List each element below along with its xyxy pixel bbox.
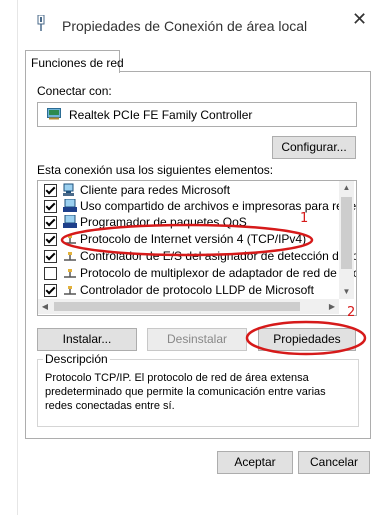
scroll-thumb[interactable] — [341, 197, 352, 269]
close-button[interactable]: ✕ — [352, 8, 367, 30]
title-bar[interactable]: Propiedades de Conexión de área local ✕ — [18, 0, 385, 44]
list-item[interactable]: Uso compartido de archivos e impresoras … — [38, 198, 356, 214]
list-item[interactable]: Controlador de E/S del asignador de dete… — [38, 248, 356, 264]
tab-network-functions[interactable]: Funciones de red — [25, 50, 124, 73]
horizontal-scrollbar[interactable]: ◀ ▶ — [38, 299, 339, 314]
item-label: Controlador de E/S del asignador de dete… — [80, 249, 357, 263]
tab-label: Funciones de red — [31, 56, 124, 70]
item-checkbox[interactable] — [44, 200, 57, 213]
scroll-left-icon[interactable]: ◀ — [38, 299, 52, 314]
item-checkbox[interactable] — [44, 216, 57, 229]
list-item[interactable]: Programador de paquetes QoS — [38, 214, 338, 230]
item-checkbox[interactable] — [44, 184, 57, 197]
protocol-icon — [64, 252, 76, 261]
scroll-up-icon[interactable]: ▲ — [339, 181, 354, 195]
item-checkbox[interactable] — [44, 250, 57, 263]
description-text: Protocolo TCP/IP. El protocolo de red de… — [45, 372, 326, 412]
adapter-field: Realtek PCIe FE Family Controller — [37, 102, 357, 127]
uninstall-button[interactable]: Desinstalar — [147, 328, 247, 351]
items-label: Esta conexión usa los siguientes element… — [37, 163, 274, 177]
cancel-button[interactable]: Cancelar — [298, 451, 370, 474]
annotation-marker-1: 1 — [300, 211, 309, 226]
annotation-marker-2: 2 — [347, 305, 356, 320]
window-border — [17, 0, 18, 515]
list-item[interactable]: Cliente para redes Microsoft — [38, 182, 338, 198]
item-checkbox[interactable] — [44, 233, 57, 246]
item-label: Programador de paquetes QoS — [80, 215, 247, 229]
item-label: Protocolo de multiplexor de adaptador de… — [80, 266, 357, 280]
accept-button[interactable]: Aceptar — [217, 451, 293, 474]
protocol-icon — [64, 286, 76, 295]
item-label: Cliente para redes Microsoft — [80, 183, 231, 197]
list-item[interactable]: Controlador de protocolo LLDP de Microso… — [38, 282, 338, 298]
network-connection-icon — [37, 15, 45, 31]
item-label: Controlador de protocolo LLDP de Microso… — [80, 283, 314, 297]
list-item[interactable]: Protocolo de Internet versión 4 (TCP/IPv… — [38, 231, 338, 247]
vertical-scrollbar[interactable]: ▲ ▼ — [339, 181, 354, 299]
network-adapter-icon — [47, 108, 61, 120]
adapter-name: Realtek PCIe FE Family Controller — [69, 108, 253, 122]
network-client-icon — [63, 183, 74, 196]
item-checkbox[interactable] — [44, 284, 57, 297]
scroll-thumb[interactable] — [54, 302, 300, 311]
configure-button[interactable]: Configurar... — [272, 136, 356, 159]
item-checkbox[interactable] — [44, 267, 57, 280]
network-share-icon — [63, 199, 77, 212]
description-legend: Descripción — [43, 352, 110, 366]
components-list[interactable]: Cliente para redes Microsoft Uso compart… — [37, 180, 357, 316]
list-item[interactable]: Protocolo de multiplexor de adaptador de… — [38, 265, 356, 281]
protocol-icon — [64, 269, 76, 278]
item-label: Uso compartido de archivos e impresoras … — [80, 199, 357, 213]
scroll-down-icon[interactable]: ▼ — [339, 285, 354, 299]
properties-button[interactable]: Propiedades — [258, 328, 356, 351]
network-service-icon — [63, 215, 77, 228]
item-label: Protocolo de Internet versión 4 (TCP/IPv… — [80, 232, 307, 246]
window-title: Propiedades de Conexión de área local — [62, 18, 308, 34]
scroll-right-icon[interactable]: ▶ — [325, 299, 339, 314]
install-button[interactable]: Instalar... — [37, 328, 137, 351]
connect-with-label: Conectar con: — [37, 84, 112, 98]
protocol-icon — [64, 235, 76, 244]
